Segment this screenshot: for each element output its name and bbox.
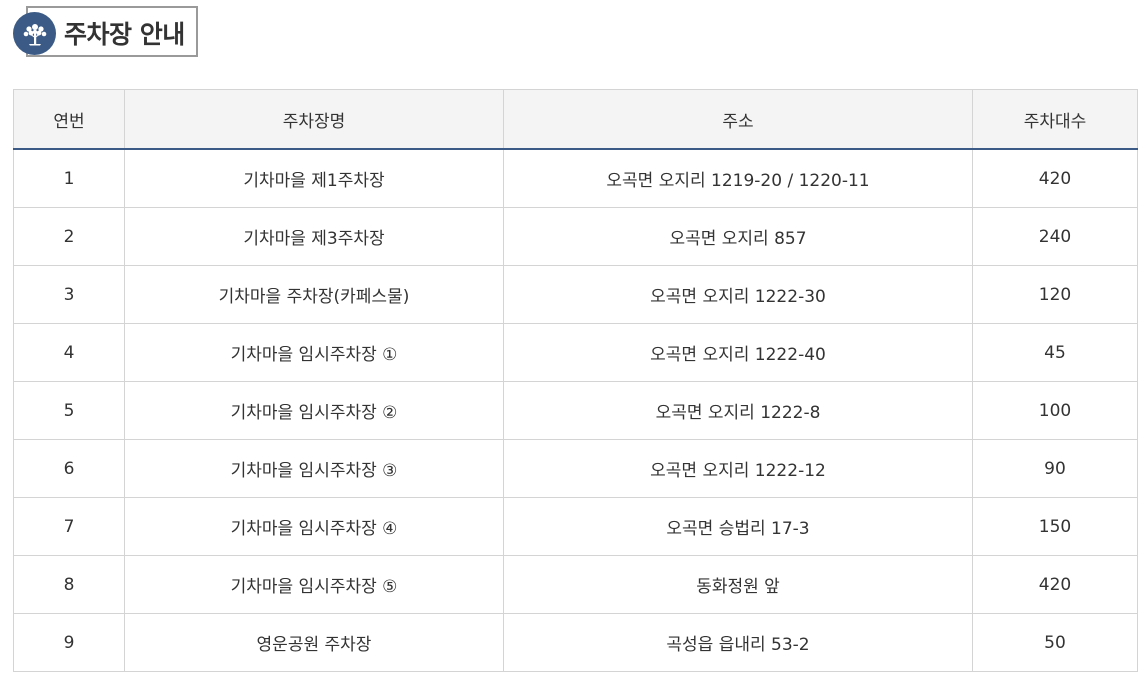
cell-capacity: 420: [972, 555, 1138, 614]
cell-address: 오곡면 오지리 1222-30: [503, 265, 973, 324]
tree-icon: [13, 12, 56, 55]
cell-name: 기차마을 제1주차장: [124, 148, 504, 208]
cell-number: 3: [13, 265, 125, 324]
header-row: 연번 주차장명 주소 주차대수: [13, 89, 1138, 150]
cell-number: 4: [13, 323, 125, 382]
cell-address: 오곡면 승법리 17-3: [503, 497, 973, 556]
cell-capacity: 45: [972, 323, 1138, 382]
column-header-name: 주차장명: [124, 89, 504, 150]
table-row: 7 기차마을 임시주차장 ④ 오곡면 승법리 17-3 150: [13, 497, 1138, 556]
table-row: 4 기차마을 임시주차장 ① 오곡면 오지리 1222-40 45: [13, 323, 1138, 382]
cell-name: 기차마을 주차장(카페스물): [124, 265, 504, 324]
column-header-capacity: 주차대수: [972, 89, 1138, 150]
cell-address: 오곡면 오지리 1222-8: [503, 381, 973, 440]
cell-address: 오곡면 오지리 1222-40: [503, 323, 973, 382]
cell-capacity: 90: [972, 439, 1138, 498]
table-row: 2 기차마을 제3주차장 오곡면 오지리 857 240: [13, 207, 1138, 266]
cell-address: 동화정원 앞: [503, 555, 973, 614]
cell-number: 7: [13, 497, 125, 556]
column-header-number: 연번: [13, 89, 125, 150]
cell-number: 2: [13, 207, 125, 266]
column-header-address: 주소: [503, 89, 973, 150]
cell-address: 오곡면 오지리 1219-20 / 1220-11: [503, 148, 973, 208]
cell-name: 기차마을 임시주차장 ①: [124, 323, 504, 382]
cell-capacity: 240: [972, 207, 1138, 266]
table-row: 6 기차마을 임시주차장 ③ 오곡면 오지리 1222-12 90: [13, 439, 1138, 498]
cell-address: 곡성읍 읍내리 53-2: [503, 613, 973, 672]
table-row: 8 기차마을 임시주차장 ⑤ 동화정원 앞 420: [13, 555, 1138, 614]
cell-number: 6: [13, 439, 125, 498]
table-row: 1 기차마을 제1주차장 오곡면 오지리 1219-20 / 1220-11 4…: [13, 148, 1138, 208]
cell-number: 5: [13, 381, 125, 440]
cell-name: 기차마을 제3주차장: [124, 207, 504, 266]
table-body: 1 기차마을 제1주차장 오곡면 오지리 1219-20 / 1220-11 4…: [13, 148, 1138, 672]
cell-name: 영운공원 주차장: [124, 613, 504, 672]
cell-capacity: 420: [972, 148, 1138, 208]
page-title: 주차장 안내: [64, 20, 185, 49]
cell-name: 기차마을 임시주차장 ④: [124, 497, 504, 556]
parking-table: 연번 주차장명 주소 주차대수 1 기차마을 제1주차장 오곡면 오지리 121…: [13, 89, 1138, 672]
cell-number: 1: [13, 148, 125, 208]
cell-name: 기차마을 임시주차장 ③: [124, 439, 504, 498]
cell-capacity: 120: [972, 265, 1138, 324]
cell-name: 기차마을 임시주차장 ②: [124, 381, 504, 440]
cell-name: 기차마을 임시주차장 ⑤: [124, 555, 504, 614]
cell-capacity: 100: [972, 381, 1138, 440]
cell-number: 8: [13, 555, 125, 614]
cell-address: 오곡면 오지리 857: [503, 207, 973, 266]
table-header: 연번 주차장명 주소 주차대수: [13, 89, 1138, 150]
table-row: 5 기차마을 임시주차장 ② 오곡면 오지리 1222-8 100: [13, 381, 1138, 440]
table-row: 3 기차마을 주차장(카페스물) 오곡면 오지리 1222-30 120: [13, 265, 1138, 324]
table-row: 9 영운공원 주차장 곡성읍 읍내리 53-2 50: [13, 613, 1138, 672]
cell-address: 오곡면 오지리 1222-12: [503, 439, 973, 498]
cell-capacity: 150: [972, 497, 1138, 556]
cell-number: 9: [13, 613, 125, 672]
cell-capacity: 50: [972, 613, 1138, 672]
